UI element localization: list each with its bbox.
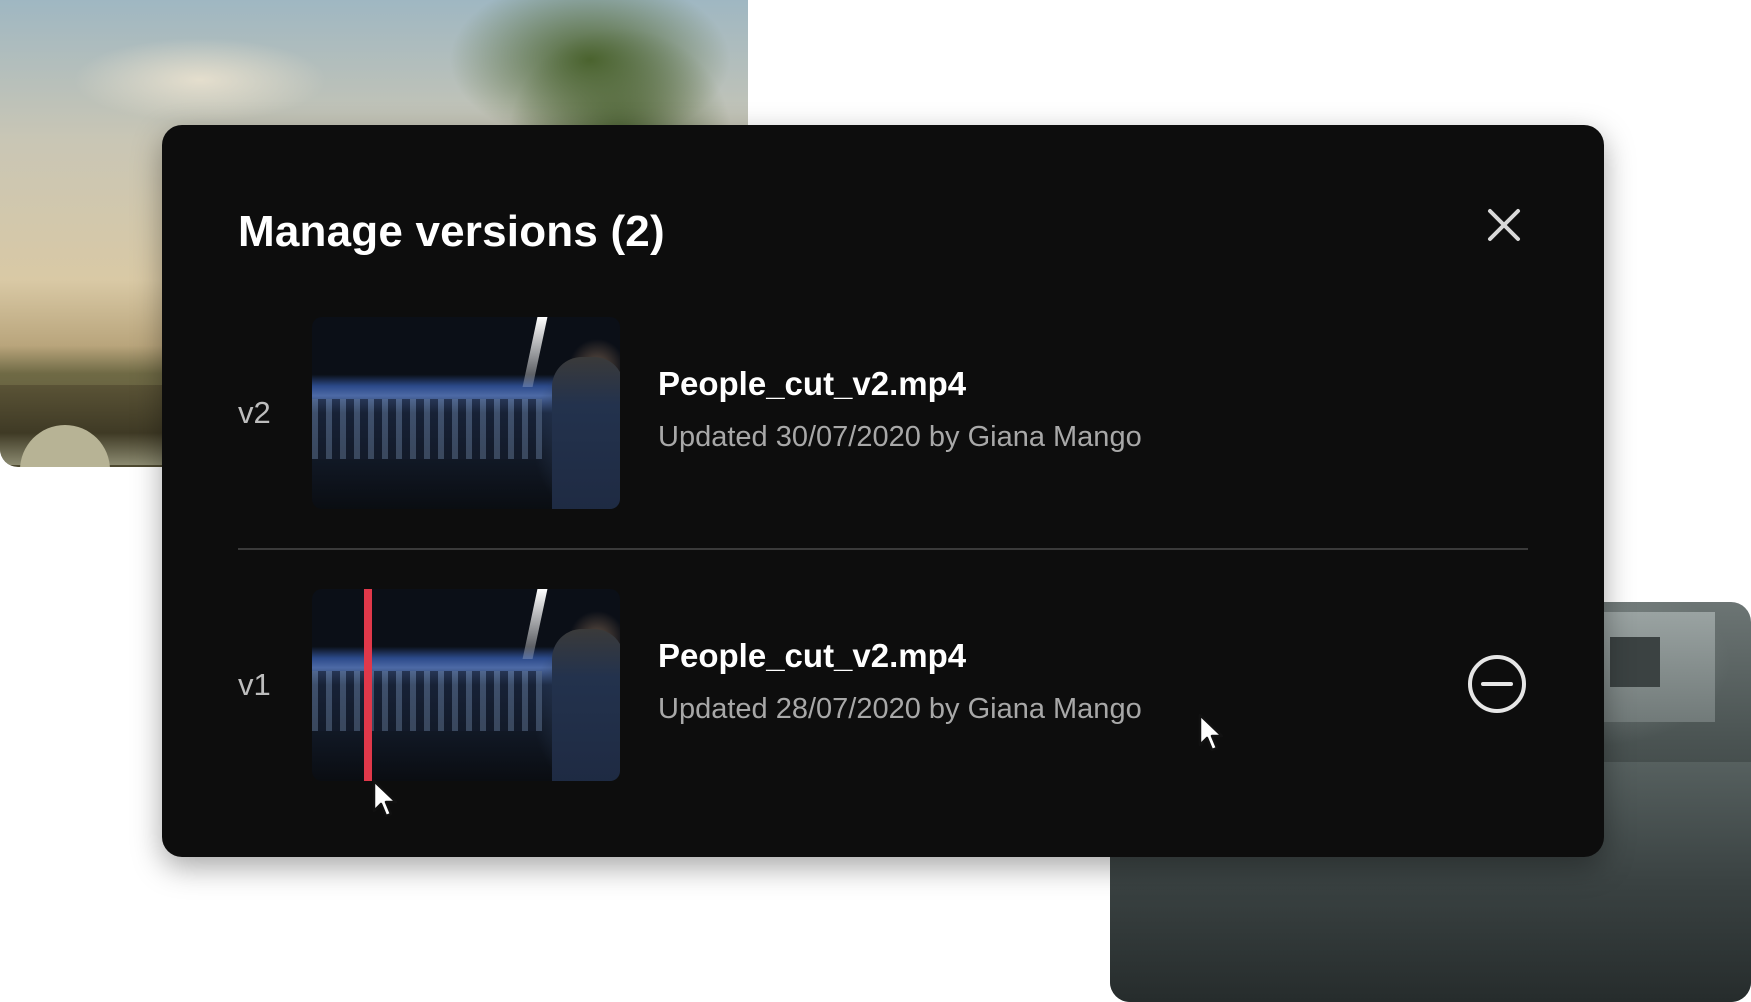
remove-circle-icon bbox=[1468, 655, 1526, 713]
thumbnail-light-shape bbox=[522, 589, 548, 659]
remove-version-button[interactable] bbox=[1467, 654, 1527, 714]
file-name: People_cut_v2.mp4 bbox=[658, 637, 967, 674]
version-label: v1 bbox=[238, 667, 271, 702]
manage-versions-dialog: Manage versions (2) v2 People_cut_v2.mp4… bbox=[162, 125, 1604, 857]
version-label: v2 bbox=[238, 395, 271, 430]
mouse-cursor-icon bbox=[371, 778, 401, 822]
thumbnail-crowd-shape bbox=[312, 671, 542, 731]
dialog-title: Manage versions (2) bbox=[238, 207, 665, 256]
mouse-cursor-icon bbox=[1197, 712, 1227, 756]
file-updated-info: Updated 30/07/2020 by Giana Mango bbox=[658, 421, 1142, 453]
file-name: People_cut_v2.mp4 bbox=[658, 365, 967, 402]
house-window-shape bbox=[1610, 637, 1660, 687]
file-updated-info: Updated 28/07/2020 by Giana Mango bbox=[658, 693, 1142, 725]
version-row[interactable]: v1 People_cut_v2.mp4 Updated 28/07/2020 … bbox=[238, 589, 1528, 781]
video-playhead[interactable] bbox=[364, 589, 372, 781]
version-row[interactable]: v2 People_cut_v2.mp4 Updated 30/07/2020 … bbox=[238, 317, 1528, 509]
row-divider bbox=[238, 548, 1528, 550]
video-thumbnail[interactable] bbox=[312, 589, 620, 781]
close-icon bbox=[1488, 209, 1520, 241]
close-button[interactable] bbox=[1484, 205, 1524, 245]
thumbnail-crowd-shape bbox=[312, 399, 542, 459]
video-thumbnail[interactable] bbox=[312, 317, 620, 509]
stage: Manage versions (2) v2 People_cut_v2.mp4… bbox=[0, 0, 1751, 1002]
thumbnail-person-shape bbox=[552, 357, 620, 509]
thumbnail-person-shape bbox=[552, 629, 620, 781]
thumbnail-light-shape bbox=[522, 317, 548, 387]
